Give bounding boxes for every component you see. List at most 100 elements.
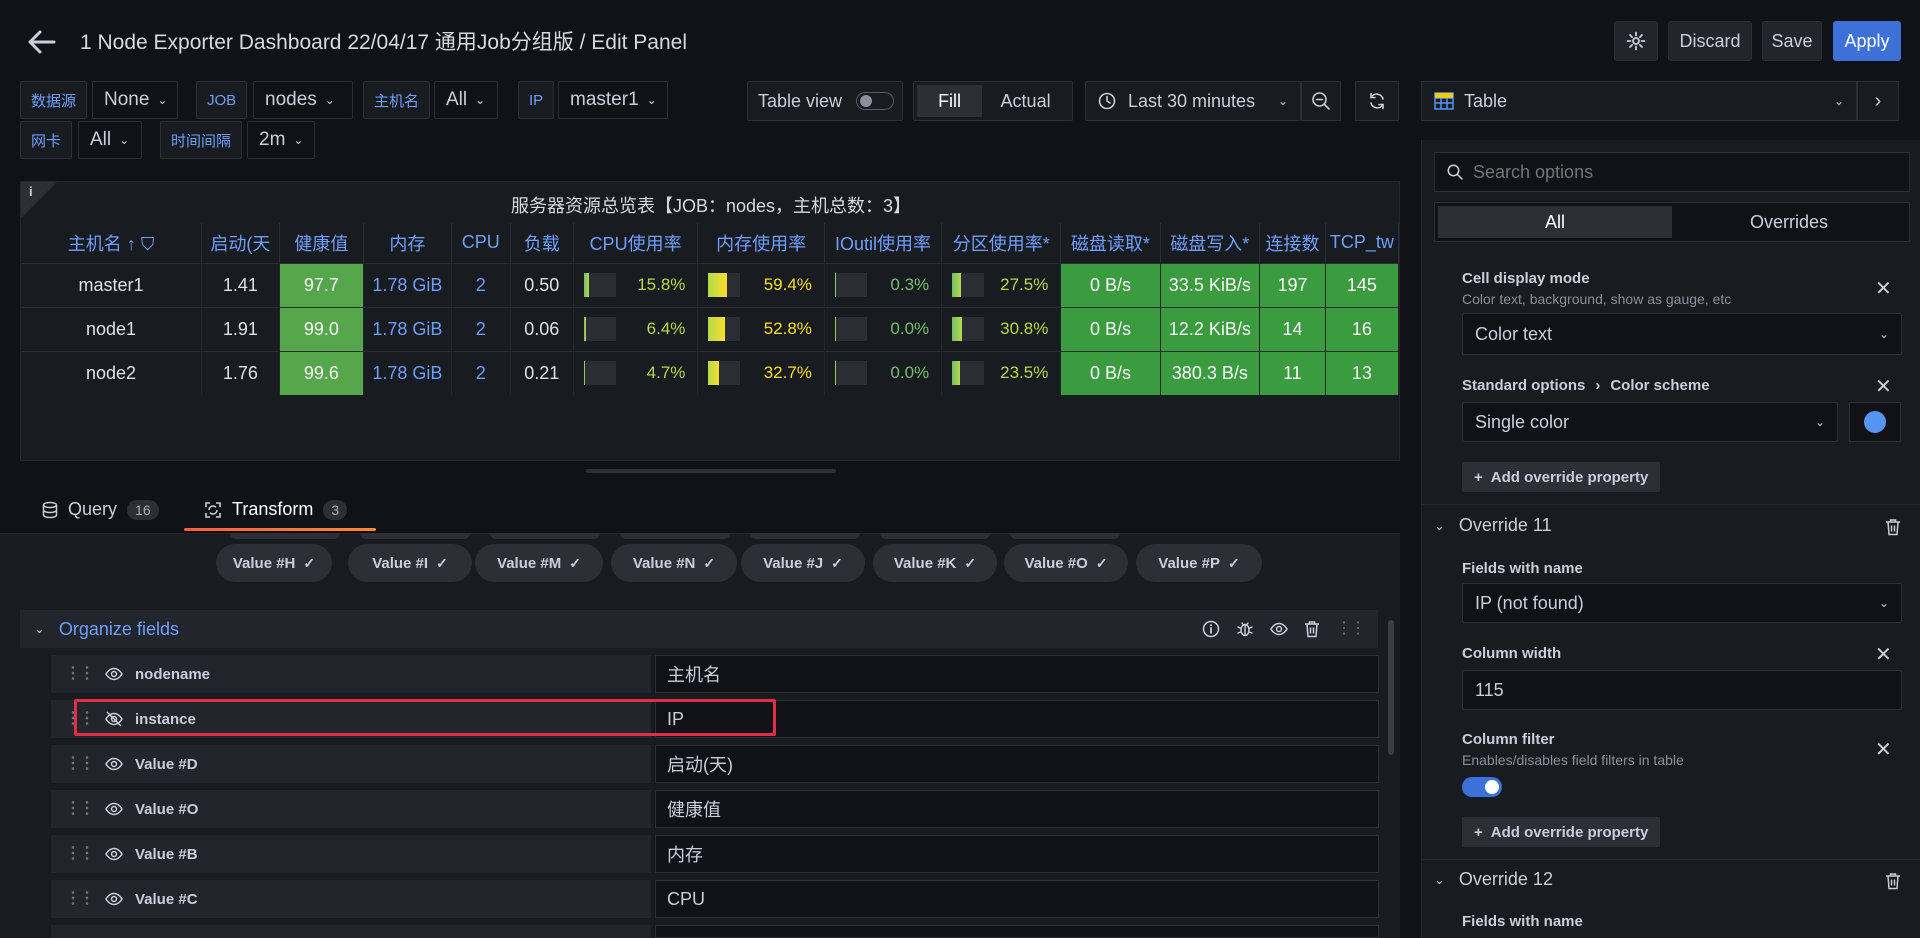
eye-icon[interactable]	[105, 755, 123, 773]
table-header-row: 主机名 ↑ ⛉ 启动(天 健康值 内存 CPU 负载 CPU使用率 内存使用率 …	[21, 223, 1399, 263]
field-rename-input[interactable]: 健康值	[655, 790, 1379, 828]
cell-display-select[interactable]: Color text ⌄	[1462, 313, 1902, 355]
field-chip[interactable]: Value #I ✓	[348, 544, 472, 582]
field-rename-input[interactable]: 主机名	[655, 655, 1379, 693]
column-filter-toggle[interactable]	[1462, 777, 1502, 797]
field-chip[interactable]: Value #O ✓	[1004, 544, 1128, 582]
table-panel: i 服务器资源总览表【JOB：nodes，主机总数：3】 主机名 ↑ ⛉ 启动(…	[20, 181, 1400, 461]
col-header-tcp-tw[interactable]: TCP_tw	[1325, 223, 1399, 263]
field-chip[interactable]: Value #J ✓	[741, 544, 865, 582]
eye-icon[interactable]	[105, 845, 123, 863]
fields-with-name-select[interactable]: IP (not found) ⌄	[1462, 583, 1902, 623]
col-header-connections[interactable]: 连接数	[1259, 223, 1326, 263]
organize-fields-header[interactable]: ⌄ Organize fields ⋮⋮	[20, 610, 1378, 648]
discard-button[interactable]: Discard	[1668, 21, 1752, 61]
drag-handle-icon[interactable]: ⋮⋮	[65, 801, 95, 817]
col-header-mem-usage[interactable]: 内存使用率	[697, 223, 825, 263]
eye-icon[interactable]	[105, 890, 123, 908]
col-header-disk-read[interactable]: 磁盘读取*	[1060, 223, 1161, 263]
override-12-header[interactable]: ⌄ Override 12	[1434, 869, 1553, 890]
col-header-memory[interactable]: 内存	[363, 223, 452, 263]
field-rename-input[interactable]: 内存	[655, 835, 1379, 873]
tab-all[interactable]: All	[1438, 206, 1672, 238]
divider	[1422, 859, 1920, 860]
drag-handle-icon[interactable]: ⋮⋮	[1336, 621, 1366, 637]
bug-icon[interactable]	[1236, 620, 1254, 638]
actual-button[interactable]: Actual	[982, 85, 1069, 117]
field-chip[interactable]: Value #K ✓	[873, 544, 997, 582]
color-scheme-select[interactable]: Single color ⌄	[1462, 402, 1838, 442]
drag-handle-icon[interactable]: ⋮⋮	[65, 891, 95, 907]
scrollbar[interactable]	[1388, 620, 1394, 755]
var-select-datasource[interactable]: None ⌄	[92, 81, 178, 119]
panel-resize-handle[interactable]	[586, 469, 836, 473]
close-icon[interactable]: ✕	[1875, 374, 1892, 399]
col-header-load[interactable]: 负载	[510, 223, 574, 263]
col-header-disk-write[interactable]: 磁盘写入*	[1160, 223, 1261, 263]
col-header-cpu-usage[interactable]: CPU使用率	[573, 223, 699, 263]
close-icon[interactable]: ✕	[1875, 737, 1892, 762]
chip-label: Value #K	[893, 554, 957, 572]
drag-handle-icon[interactable]: ⋮⋮	[65, 756, 95, 772]
fill-button[interactable]: Fill	[917, 85, 983, 117]
collapse-options-button[interactable]: ›	[1857, 81, 1899, 121]
column-width-input[interactable]: 115	[1462, 670, 1902, 710]
back-button[interactable]	[24, 24, 60, 60]
eye-icon[interactable]	[1270, 620, 1288, 638]
drag-handle-icon[interactable]: ⋮⋮	[65, 846, 95, 862]
save-button[interactable]: Save	[1762, 21, 1822, 61]
gauge-fill	[583, 317, 586, 341]
info-icon[interactable]	[1202, 620, 1220, 638]
tab-transform[interactable]: Transform 3	[204, 499, 348, 520]
chevron-down-icon: ⌄	[1814, 415, 1825, 429]
close-icon[interactable]: ✕	[1875, 276, 1892, 301]
field-rename-input[interactable]: CPU	[655, 880, 1379, 918]
cell-disk-write: 380.3 B/s	[1160, 350, 1261, 395]
close-icon[interactable]: ✕	[1875, 642, 1892, 667]
var-select-ip[interactable]: master1 ⌄	[558, 81, 668, 119]
col-header-hostname[interactable]: 主机名 ↑ ⛉	[21, 223, 203, 263]
options-search-field[interactable]	[1434, 152, 1910, 192]
settings-button[interactable]	[1614, 21, 1658, 61]
eye-icon[interactable]	[105, 665, 123, 683]
table-view-toggle[interactable]: Table view	[747, 81, 903, 121]
zoom-out-button[interactable]	[1301, 81, 1341, 121]
col-header-ioutil[interactable]: IOutil使用率	[824, 223, 943, 263]
trash-icon[interactable]	[1304, 620, 1320, 638]
var-label-job: JOB	[196, 81, 248, 119]
visualization-picker[interactable]: Table ⌄	[1421, 81, 1857, 121]
toggle-switch	[856, 92, 895, 110]
col-header-partition[interactable]: 分区使用率*	[941, 223, 1062, 263]
var-select-job[interactable]: nodes ⌄	[253, 81, 353, 119]
add-override-property-button[interactable]: + Add override property	[1462, 462, 1661, 492]
check-icon: ✓	[703, 554, 716, 571]
var-select-hostname[interactable]: All ⌄	[434, 81, 498, 119]
trash-icon[interactable]	[1885, 518, 1901, 536]
tab-overrides[interactable]: Overrides	[1672, 206, 1906, 238]
field-chip[interactable]: Value #M ✓	[475, 544, 603, 582]
add-override-property-button[interactable]: + Add override property	[1462, 817, 1661, 847]
var-select-nic[interactable]: All ⌄	[78, 121, 142, 159]
color-swatch-button[interactable]	[1849, 402, 1901, 442]
col-header-health[interactable]: 健康值	[279, 223, 365, 263]
drag-handle-icon[interactable]: ⋮⋮	[65, 666, 95, 682]
field-chip[interactable]: Value #H ✓	[216, 544, 332, 582]
apply-button[interactable]: Apply	[1833, 21, 1901, 61]
trash-icon[interactable]	[1885, 872, 1901, 890]
eye-icon[interactable]	[105, 800, 123, 818]
table-row: node1 1.91 99.0 1.78 GiB 2 0.06 6.4% 52.8% 0.0% 3…	[21, 306, 1399, 351]
field-chip[interactable]: Value #P ✓	[1136, 544, 1262, 582]
field-rename-input[interactable]: 启动(天)	[655, 745, 1379, 783]
col-header-cpu[interactable]: CPU	[451, 223, 511, 263]
field-chip[interactable]: Value #N ✓	[611, 544, 737, 582]
tab-query[interactable]: Query 16	[42, 499, 159, 520]
cell-disk-read: 0 B/s	[1060, 350, 1161, 395]
field-rename-input[interactable]	[655, 925, 1379, 938]
refresh-button[interactable]	[1355, 81, 1399, 121]
var-select-interval[interactable]: 2m ⌄	[247, 121, 315, 159]
col-header-uptime[interactable]: 启动(天	[201, 223, 280, 263]
time-range-picker[interactable]: Last 30 minutes ⌄	[1085, 81, 1301, 121]
override-11-header[interactable]: ⌄ Override 11	[1434, 515, 1552, 536]
filter-icon[interactable]: ⛉	[141, 234, 155, 254]
options-search-input[interactable]	[1473, 161, 1893, 183]
